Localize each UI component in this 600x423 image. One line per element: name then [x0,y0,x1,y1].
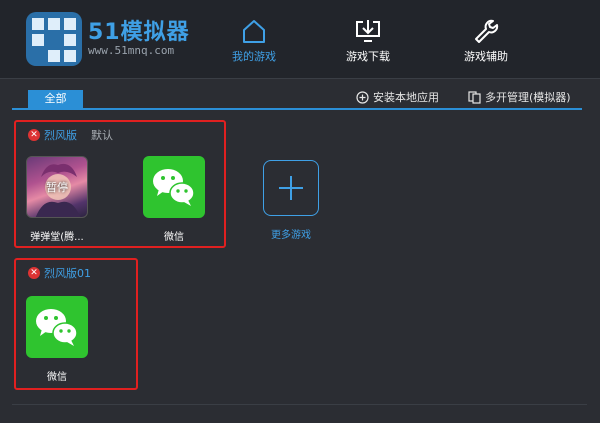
group-name[interactable]: 烈风版01 [44,265,91,281]
logo-icon [26,12,82,66]
nav-my-games[interactable]: 我的游戏 [214,18,294,64]
header-bar: 51模拟器 www.51mnq.com 我的游戏 游戏下载 游戏辅助 [0,0,600,78]
nav-my-games-label: 我的游戏 [232,50,276,63]
more-games-tile[interactable]: 更多游戏 [246,160,336,241]
install-local-button[interactable]: 安装本地应用 [356,89,439,105]
footer-divider [12,404,587,405]
wechat-icon [143,156,205,218]
wrench-icon [475,19,499,43]
brand-url: www.51mnq.com [88,44,175,57]
install-local-label: 安装本地应用 [373,91,439,104]
multi-manage-label: 多开管理(模拟器) [485,91,571,104]
game-portrait-icon: 暂停 [26,156,88,218]
tab-all[interactable]: 全部 [28,90,83,108]
nav-download-label: 游戏下载 [346,50,390,63]
group-header: ✕ 烈风版 默认 [28,127,113,143]
app-label: 弹弹堂(腾... [30,232,84,243]
group-header: ✕ 烈风版01 [28,265,91,281]
plus-icon [279,176,303,200]
download-icon [356,20,380,42]
app-tile[interactable]: 微信 [12,296,102,383]
tab-underline [12,108,582,110]
more-games-label: 更多游戏 [271,230,311,241]
multi-window-icon [468,90,481,104]
group-badge-icon: ✕ [28,267,40,279]
paused-overlay: 暂停 [46,181,68,194]
plus-circle-icon [356,90,369,104]
multi-manage-button[interactable]: 多开管理(模拟器) [468,89,571,105]
home-icon [243,20,265,43]
group-name[interactable]: 烈风版 [44,127,77,143]
nav-assist[interactable]: 游戏辅助 [446,18,526,64]
emulator-window: 51模拟器 www.51mnq.com 我的游戏 游戏下载 游戏辅助 全部 安装… [0,0,600,423]
group-badge-icon: ✕ [28,129,40,141]
app-tile[interactable]: 暂停 弹弹堂(腾... [12,156,102,243]
header-divider [0,78,600,79]
wechat-icon [26,296,88,358]
group-default-tag: 默认 [91,129,113,142]
app-label: 微信 [47,372,67,383]
nav-download[interactable]: 游戏下载 [328,18,408,64]
nav-assist-label: 游戏辅助 [464,50,508,63]
brand-title: 51模拟器 [88,20,190,45]
app-tile[interactable]: 微信 [129,156,219,243]
app-label: 微信 [164,232,184,243]
add-game-button[interactable] [263,160,319,216]
